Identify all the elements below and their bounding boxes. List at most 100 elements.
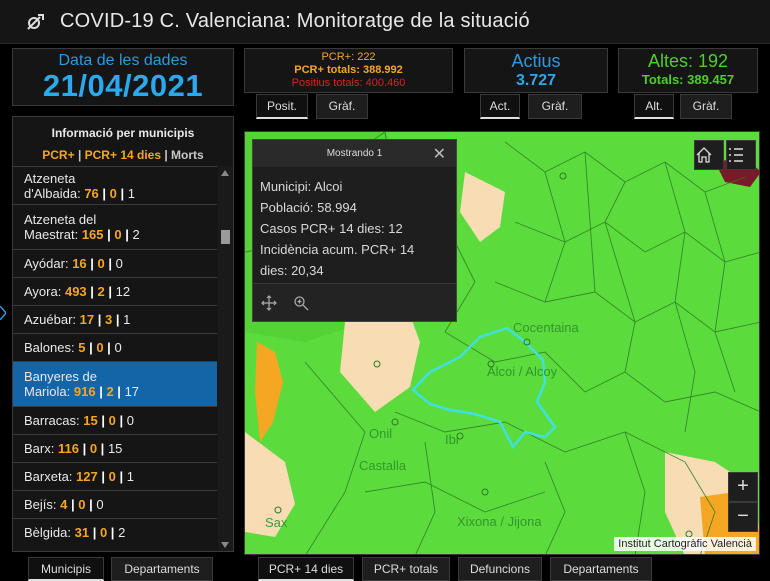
municipality-heading: Informació per municipis: [51, 126, 195, 140]
pan-icon[interactable]: [261, 295, 277, 311]
tab-map-departaments[interactable]: Departaments: [550, 557, 652, 581]
expand-arrow-icon[interactable]: [0, 306, 6, 320]
scroll-thumb[interactable]: [221, 230, 230, 244]
pcr14-value: 0: [97, 256, 105, 271]
zoom-to-icon[interactable]: [293, 295, 309, 311]
list-item[interactable]: Bejís: 4 | 0 | 0: [13, 490, 217, 518]
tab-pcr-graph[interactable]: Gràf.: [316, 94, 368, 119]
tab-pcr-totals[interactable]: PCR+ totals: [362, 557, 450, 581]
municipality-stats: Barxeta: 127 | 0 | 1: [24, 469, 217, 484]
municipality-name: Bejís:: [24, 497, 57, 512]
map-label-xixona: Xixona / Jijona: [457, 514, 542, 529]
list-item[interactable]: Barx: 116 | 0 | 15: [13, 434, 217, 462]
pcr14-value: 0: [114, 227, 122, 242]
municipality-name: Ayódar:: [24, 256, 69, 271]
pcr14-value: 2: [97, 284, 105, 299]
legend-button[interactable]: [726, 140, 756, 170]
pcr14-value: 2: [106, 384, 114, 399]
map-credit: Institut Cartogràfic Valencià: [614, 537, 756, 551]
pcr-today: PCR+: 222: [321, 51, 376, 63]
pcr14-value: 0: [96, 340, 104, 355]
municipality-stats: Balones: 5 | 0 | 0: [24, 340, 217, 355]
morts-value: 12: [115, 284, 131, 299]
municipality-name: Barracas:: [24, 413, 80, 428]
municipality-name: Ayora:: [24, 284, 62, 299]
pcr14-value: 0: [108, 469, 116, 484]
popup-line: dies: 20,34: [260, 263, 324, 278]
list-item[interactable]: Ayódar: 16 | 0 | 0: [13, 249, 217, 277]
list-item[interactable]: Barracas: 15 | 0 | 0: [13, 406, 217, 434]
tab-alt-graph[interactable]: Gràf.: [680, 94, 732, 119]
municipality-list: Atzeneta d'Albaida: 76 | 0 | 1 Atzeneta de…: [13, 166, 217, 546]
municipality-name: Bèlgida:: [24, 525, 71, 540]
municipality-stats: Barx: 116 | 0 | 15: [24, 441, 217, 456]
municipality-name: Balones:: [24, 340, 75, 355]
popup-footer: [253, 283, 456, 321]
list-item[interactable]: Balones: 5 | 0 | 0: [13, 333, 217, 361]
list-item[interactable]: Atzeneta d'Albaida: 76 | 0 | 1: [13, 166, 217, 204]
tab-pcr-14-dies[interactable]: PCR+ 14 dies: [258, 557, 354, 581]
home-icon: [696, 147, 712, 163]
zoom-in-button[interactable]: +: [728, 472, 758, 502]
municipality-stats: Barracas: 15 | 0 | 0: [24, 413, 217, 428]
morts-value: 0: [114, 340, 122, 355]
close-icon[interactable]: ✕: [433, 144, 446, 164]
positius-total: Positius totals: 400.460: [291, 77, 406, 89]
zoom-out-button[interactable]: −: [728, 502, 758, 532]
home-button[interactable]: [694, 140, 724, 170]
list-item[interactable]: Barxeta: 127 | 0 | 1: [13, 462, 217, 490]
pcr-total: PCR+ totals: 388.992: [294, 64, 403, 76]
municipality-stats: d'Albaida: 76 | 0 | 1: [24, 186, 217, 201]
municipality-stats: Bèlgida: 31 | 0 | 2: [24, 525, 217, 540]
popup-line: Municipi: Alcoi: [260, 179, 343, 194]
altes-panel: Altes: 192 Totals: 389.457: [618, 48, 758, 93]
scroll-up-icon[interactable]: [221, 170, 229, 176]
separator: |: [112, 312, 124, 327]
altes-label: Altes: 192: [647, 51, 729, 71]
legend-separator: |: [161, 148, 172, 162]
map-label-onil: Onil: [369, 426, 393, 441]
app-title: COVID-19 C. Valenciana: Monitoratge de l…: [60, 10, 530, 32]
separator: |: [113, 384, 125, 399]
scroll-down-icon[interactable]: [221, 542, 229, 548]
separator: |: [85, 340, 97, 355]
pcr-value: 165: [81, 227, 104, 242]
separator: |: [97, 441, 108, 456]
tab-alt[interactable]: Alt.: [634, 94, 674, 119]
pcr-value: 116: [57, 441, 79, 456]
tab-departaments[interactable]: Departaments: [111, 557, 213, 581]
separator: |: [85, 497, 97, 512]
municipality-stats: Bejís: 4 | 0 | 0: [24, 497, 217, 512]
tab-municipis[interactable]: Municipis: [28, 557, 104, 581]
municipality-name: Barx:: [24, 441, 55, 456]
morts-value: 2: [132, 227, 140, 242]
actius-panel: Actius 3.727: [464, 48, 608, 93]
municipality-name: Banyeres de: [24, 369, 97, 384]
list-item[interactable]: Banyeres de Mariola: 916 | 2 | 17: [13, 361, 217, 406]
municipality-name: d'Albaida:: [24, 185, 81, 201]
list-item[interactable]: Atzeneta del Maestrat: 165 | 0 | 2: [13, 204, 217, 249]
municipality-stats: Ayora: 493 | 2 | 12: [24, 284, 217, 299]
separator: |: [98, 185, 110, 201]
municipality-stats: Ayódar: 16 | 0 | 0: [24, 256, 217, 271]
tab-defuncions[interactable]: Defuncions: [458, 557, 542, 581]
actius-label: Actius: [511, 51, 561, 71]
pcr-value: 493: [64, 284, 87, 299]
list-item[interactable]: Azuébar: 17 | 3 | 1: [13, 305, 217, 333]
separator: |: [115, 469, 127, 484]
separator: |: [86, 256, 98, 271]
morts-value: 1: [126, 469, 134, 484]
morts-value: 1: [127, 185, 136, 201]
municipality-panel: Informació per municipis PCR+ | PCR+ 14 …: [12, 116, 234, 552]
list-scrollbar[interactable]: [218, 166, 233, 551]
list-item[interactable]: Bèlgida: 31 | 0 | 2: [13, 518, 217, 546]
pcr14-value: 0: [108, 413, 116, 428]
morts-value: 15: [107, 441, 123, 456]
tab-posit[interactable]: Posit.: [256, 94, 308, 119]
list-item[interactable]: Ayora: 493 | 2 | 12: [13, 277, 217, 305]
date-value: 21/04/2021: [42, 68, 204, 103]
municipality-stats: Azuébar: 17 | 3 | 1: [24, 312, 217, 327]
pcr-value: 31: [74, 525, 90, 540]
tab-act[interactable]: Act.: [480, 94, 520, 119]
tab-act-graph[interactable]: Gràf.: [528, 94, 582, 119]
